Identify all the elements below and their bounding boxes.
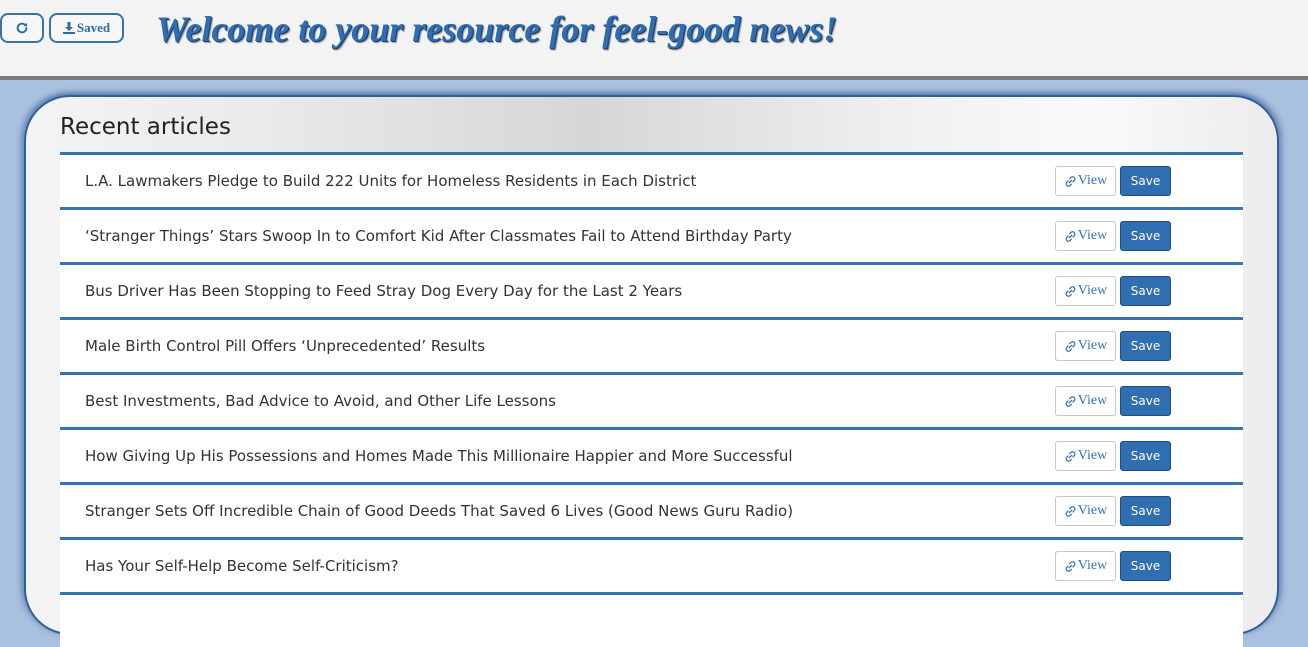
list-item: L.A. Lawmakers Pledge to Build 222 Units…: [60, 152, 1243, 207]
view-button[interactable]: View: [1055, 166, 1116, 196]
list-item: Best Investments, Bad Advice to Avoid, a…: [60, 372, 1243, 427]
list-item: [60, 592, 1243, 647]
refresh-button[interactable]: [0, 13, 44, 43]
view-button[interactable]: View: [1055, 276, 1116, 306]
article-title: How Giving Up His Possessions and Homes …: [85, 447, 793, 465]
view-button-label: View: [1077, 448, 1108, 463]
view-button-label: View: [1077, 558, 1108, 573]
view-button-label: View: [1077, 228, 1108, 243]
article-title: Stranger Sets Off Incredible Chain of Go…: [85, 502, 794, 520]
refresh-icon: [16, 22, 28, 34]
view-button-label: View: [1077, 503, 1108, 518]
save-button-label: Save: [1130, 449, 1161, 463]
list-item: Stranger Sets Off Incredible Chain of Go…: [60, 482, 1243, 537]
link-icon: [1065, 340, 1076, 352]
save-button[interactable]: Save: [1120, 276, 1171, 306]
view-button[interactable]: View: [1055, 551, 1116, 581]
section-heading: Recent articles: [60, 114, 231, 140]
article-title: Male Birth Control Pill Offers ‘Unpreced…: [85, 337, 486, 355]
top-bar: Saved Welcome to your resource for feel-…: [0, 0, 1308, 80]
page-title: Welcome to your resource for feel-good n…: [156, 9, 838, 49]
link-icon: [1065, 285, 1076, 297]
save-button-label: Save: [1130, 394, 1161, 408]
save-button-label: Save: [1130, 339, 1161, 353]
list-item: How Giving Up His Possessions and Homes …: [60, 427, 1243, 482]
list-item: Bus Driver Has Been Stopping to Feed Str…: [60, 262, 1243, 317]
link-icon: [1065, 395, 1076, 407]
save-button[interactable]: Save: [1120, 331, 1171, 361]
article-title: Has Your Self-Help Become Self-Criticism…: [85, 557, 399, 575]
view-button-label: View: [1077, 338, 1108, 353]
view-button-label: View: [1077, 173, 1108, 188]
link-icon: [1065, 505, 1076, 517]
list-item: ‘Stranger Things’ Stars Swoop In to Comf…: [60, 207, 1243, 262]
view-button[interactable]: View: [1055, 386, 1116, 416]
download-icon: [62, 22, 75, 34]
saved-button[interactable]: Saved: [49, 13, 124, 43]
link-icon: [1065, 230, 1076, 242]
view-button[interactable]: View: [1055, 496, 1116, 526]
save-button-label: Save: [1130, 284, 1161, 298]
save-button[interactable]: Save: [1120, 386, 1171, 416]
save-button-label: Save: [1130, 504, 1161, 518]
save-button[interactable]: Save: [1120, 496, 1171, 526]
list-item: Male Birth Control Pill Offers ‘Unpreced…: [60, 317, 1243, 372]
save-button-label: Save: [1130, 229, 1161, 243]
link-icon: [1065, 450, 1076, 462]
save-button[interactable]: Save: [1120, 166, 1171, 196]
view-button[interactable]: View: [1055, 331, 1116, 361]
article-title: Bus Driver Has Been Stopping to Feed Str…: [85, 282, 683, 300]
article-title: Best Investments, Bad Advice to Avoid, a…: [85, 392, 556, 410]
saved-button-label: Saved: [76, 20, 111, 35]
view-button[interactable]: View: [1055, 441, 1116, 471]
save-button-label: Save: [1130, 559, 1161, 573]
article-title: ‘Stranger Things’ Stars Swoop In to Comf…: [85, 227, 792, 245]
view-button[interactable]: View: [1055, 221, 1116, 251]
link-icon: [1065, 560, 1076, 572]
save-button[interactable]: Save: [1120, 221, 1171, 251]
save-button-label: Save: [1130, 174, 1161, 188]
link-icon: [1065, 175, 1076, 187]
article-title: L.A. Lawmakers Pledge to Build 222 Units…: [85, 172, 697, 190]
list-item: Has Your Self-Help Become Self-Criticism…: [60, 537, 1243, 592]
save-button[interactable]: Save: [1120, 441, 1171, 471]
view-button-label: View: [1077, 393, 1108, 408]
view-button-label: View: [1077, 283, 1108, 298]
article-list: L.A. Lawmakers Pledge to Build 222 Units…: [60, 152, 1243, 647]
save-button[interactable]: Save: [1120, 551, 1171, 581]
